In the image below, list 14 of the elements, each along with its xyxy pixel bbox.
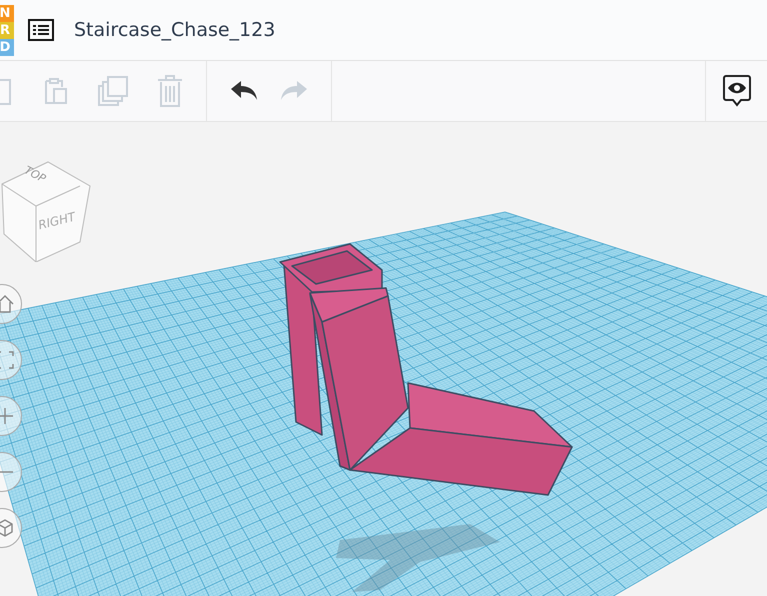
logo-letter: D	[0, 38, 14, 56]
cube-top-label: TOP	[22, 164, 48, 186]
menu-icon[interactable]	[28, 19, 54, 41]
app-logo[interactable]: N R D	[0, 4, 14, 56]
home-icon	[0, 294, 15, 314]
cube-icon	[0, 518, 15, 538]
undo-button[interactable]	[229, 80, 259, 102]
cube-right-label: RIGHT	[36, 210, 77, 232]
zoom-in-icon	[0, 406, 15, 426]
logo-letter: N	[0, 4, 14, 22]
design-title[interactable]: Staircase_Chase_123	[74, 19, 276, 41]
notes-button[interactable]	[722, 74, 752, 108]
fit-view-icon	[0, 350, 15, 370]
logo-letter: R	[0, 22, 14, 38]
